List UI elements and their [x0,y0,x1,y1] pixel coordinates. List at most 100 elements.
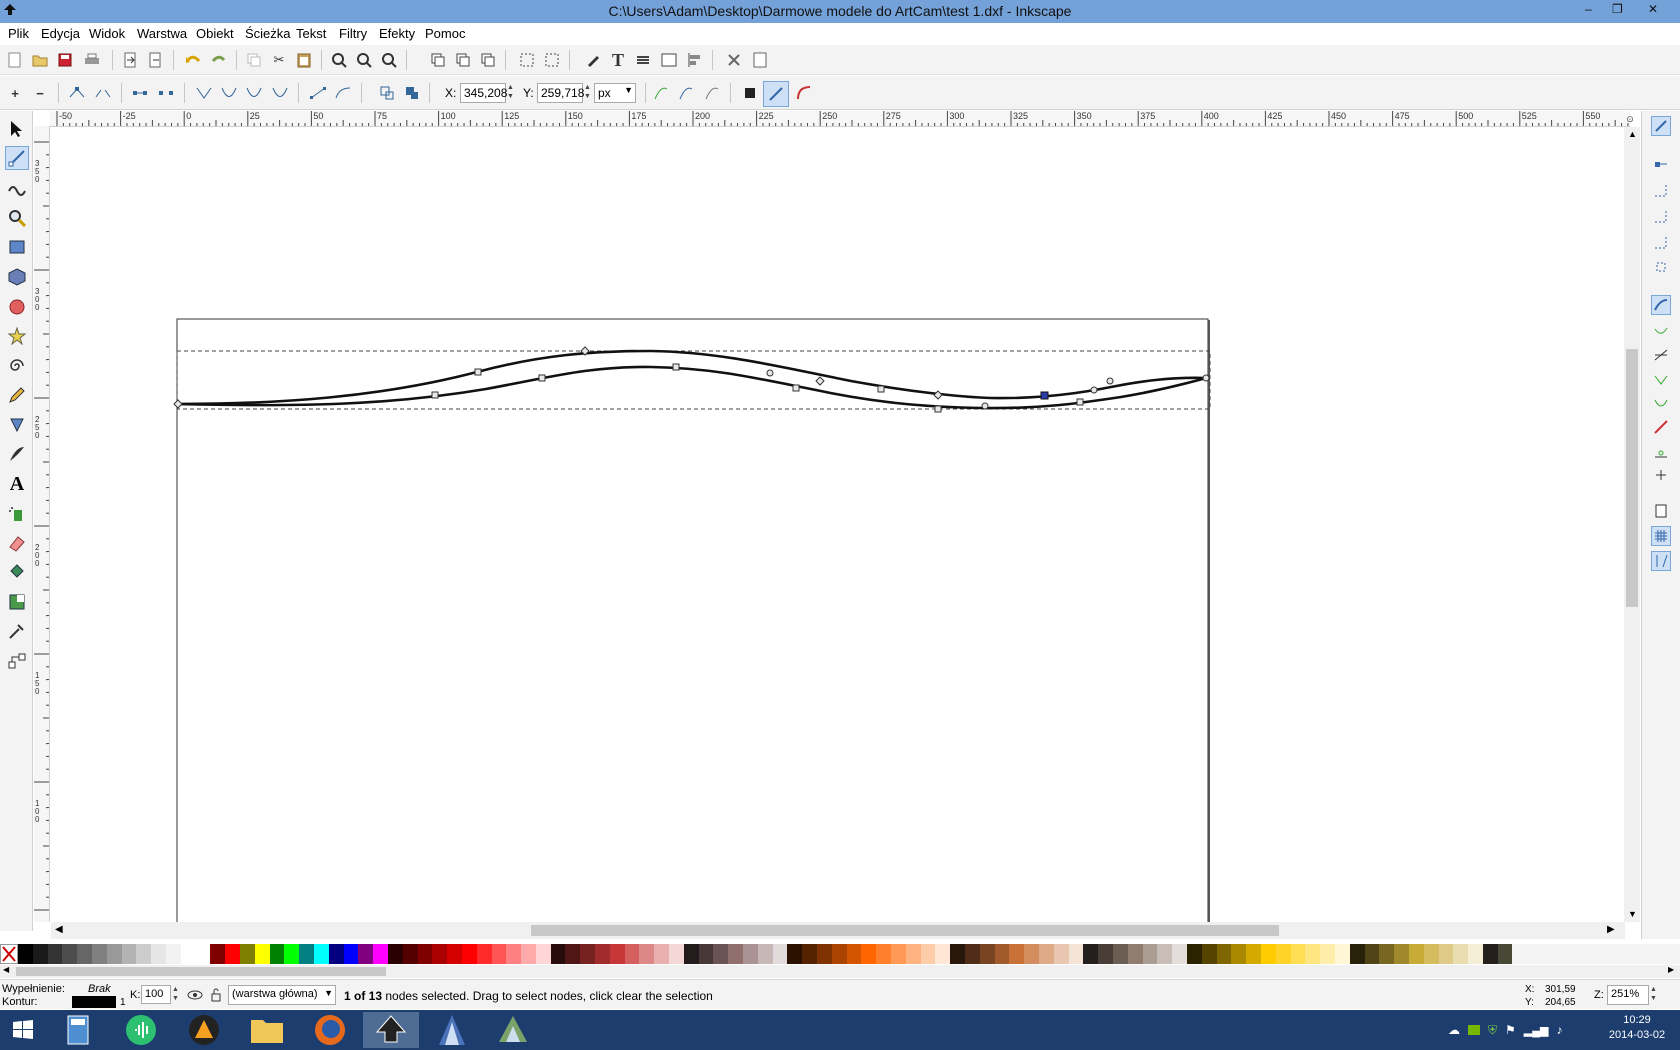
drawing-canvas[interactable] [51,127,1625,922]
palette-swatch[interactable] [787,944,803,964]
scroll-right-icon[interactable]: ▶ [1607,924,1615,935]
palette-swatch[interactable] [905,944,921,964]
x-coordinate-input[interactable]: 345,208 [460,83,507,103]
horizontal-ruler[interactable]: -50 -25 0 25 50 75 100 125 150 175 200 225 250 275 300… [50,111,1630,127]
spray-icon[interactable] [5,501,29,525]
layers-icon[interactable] [634,51,652,69]
palette-swatch[interactable] [313,944,329,964]
snap-rotation-center-icon[interactable] [1651,465,1671,485]
show-outline-icon[interactable] [795,84,813,102]
snap-page-border-icon[interactable] [1651,501,1671,521]
audio-app-icon[interactable] [113,1012,169,1048]
palette-swatch[interactable] [62,944,78,964]
palette-scroll-thumb[interactable] [16,967,386,976]
start-icon[interactable] [0,1012,46,1048]
palette-swatch[interactable] [891,944,906,964]
spiral-icon[interactable] [5,354,29,378]
snap-bbox-midpoints-icon[interactable] [1651,233,1671,253]
palette-swatch[interactable] [402,944,418,964]
palette-swatch[interactable] [91,944,107,964]
zoom-fit-icon[interactable]: ⊙ [1620,111,1640,127]
palette-swatch[interactable] [861,944,877,964]
vertical-scrollbar[interactable]: ▲ ▼ [1624,127,1640,922]
palette-swatch[interactable] [461,944,477,964]
pencil-icon[interactable] [5,383,29,407]
palette-swatch[interactable] [1068,944,1084,964]
palette-swatch[interactable] [876,944,892,964]
palette-swatch[interactable] [1275,944,1291,964]
palette-swatch[interactable] [387,944,403,964]
calculator-icon[interactable] [50,1012,106,1048]
palette-swatch[interactable] [1053,944,1069,964]
palette-swatch[interactable] [831,944,847,964]
nvidia-icon[interactable] [1468,1025,1480,1035]
menu-edycja[interactable]: Edycja [41,26,80,41]
palette-swatch[interactable] [269,944,285,964]
menu-tekst[interactable]: Tekst [296,26,326,41]
snap-bbox-centers-icon[interactable] [1651,257,1671,277]
scroll-down-icon[interactable]: ▼ [1628,909,1637,919]
palette-swatch[interactable] [950,944,965,964]
palette-swatch[interactable] [476,944,492,964]
delete-node-icon[interactable]: − [31,84,49,102]
ungroup-icon[interactable] [543,51,561,69]
palette-swatch[interactable] [1349,944,1365,964]
select-original-icon[interactable] [479,51,497,69]
bucket-icon[interactable] [5,560,29,584]
speaker-icon[interactable]: ♪ [1557,1023,1563,1037]
eraser-icon[interactable] [5,531,29,555]
delete-segment-icon[interactable] [157,84,175,102]
selector-icon[interactable] [5,117,29,141]
menu-sciezka[interactable]: Ścieżka [245,26,291,41]
vertical-scroll-thumb[interactable] [1626,349,1638,607]
menu-plik[interactable]: Plik [8,26,29,41]
menu-obiekt[interactable]: Obiekt [196,26,234,41]
text-font-icon[interactable]: T [609,50,627,70]
palette-swatch[interactable] [328,944,344,964]
selected-node[interactable] [1040,391,1049,400]
palette-swatch[interactable] [802,944,818,964]
palette-swatch[interactable] [979,944,995,964]
stroke-swatch[interactable] [72,996,116,1008]
snap-guides-icon[interactable] [1651,551,1671,571]
layer-visibility-eye-icon[interactable] [186,986,204,1004]
snap-bbox-corners-icon[interactable] [1651,207,1671,227]
palette-swatch[interactable] [1172,944,1187,964]
star-icon[interactable] [5,324,29,348]
palette-scrollbar[interactable]: ◀ ▶ [0,965,1680,978]
palette-swatch[interactable] [535,944,551,964]
palette-swatch[interactable] [225,944,240,964]
palette-swatch[interactable] [47,944,63,964]
palette-swatch[interactable] [1334,944,1350,964]
join-nodes-icon[interactable] [68,84,86,102]
palette-swatch[interactable] [1468,944,1483,964]
opacity-spinner[interactable]: ▲ ▼ [171,985,180,1004]
snap-bbox-edges-icon[interactable] [1651,181,1671,201]
palette-swatch[interactable] [121,944,137,964]
calligraphy-icon[interactable] [5,442,29,466]
scroll-left-icon[interactable]: ◀ [3,965,9,974]
stroke-to-path-icon[interactable] [403,84,421,102]
palette-swatch[interactable] [1423,944,1439,964]
close-button[interactable]: ✕ [1648,2,1658,16]
snap-grid-icon[interactable] [1651,526,1671,546]
redo-icon[interactable] [210,51,228,69]
document-properties-icon[interactable] [751,51,769,69]
palette-swatch[interactable] [1290,944,1306,964]
palette-swatch[interactable] [757,944,773,964]
palette-swatch[interactable] [1038,944,1054,964]
duplicate-icon[interactable] [245,51,263,69]
scroll-right-icon[interactable]: ▶ [1668,965,1674,974]
palette-swatch[interactable] [654,944,670,964]
palette-swatch[interactable] [1112,944,1128,964]
transform-handles-icon[interactable] [741,84,759,102]
zoom-selection-icon[interactable] [330,51,348,69]
palette-swatch[interactable] [1201,944,1217,964]
open-folder-icon[interactable] [31,51,49,69]
zoom-icon[interactable] [5,206,29,230]
snap-cusp-icon[interactable] [1651,369,1671,389]
menu-filtry[interactable]: Filtry [339,26,367,41]
palette-swatch[interactable] [1246,944,1261,964]
opacity-input[interactable]: 100 [141,985,171,1004]
palette-swatch[interactable] [1364,944,1380,964]
